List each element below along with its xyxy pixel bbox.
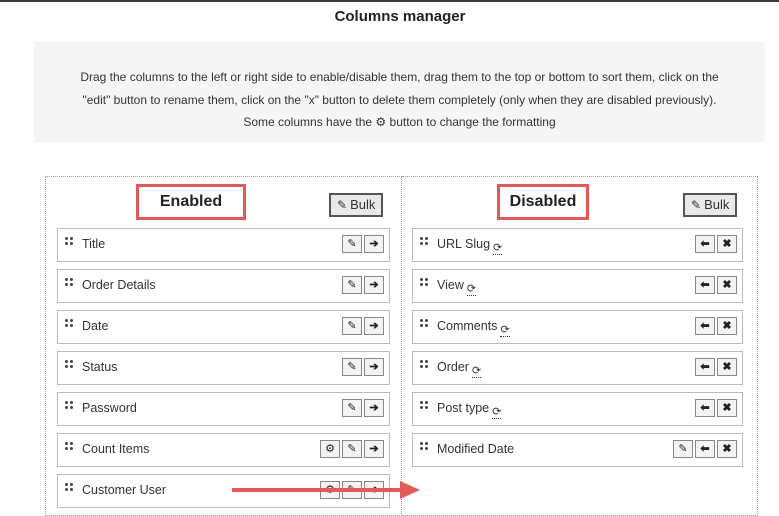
drag-handle-icon[interactable] <box>420 237 430 249</box>
drag-handle-icon[interactable] <box>65 278 75 290</box>
column-label-text: View <box>437 278 464 292</box>
column-label: Comments ⟳ <box>437 319 510 337</box>
sync-icon[interactable]: ⟳ <box>493 243 503 255</box>
enabled-column-count-items[interactable]: Count Items ⚙ ✎ ➔ <box>57 433 390 467</box>
sync-icon[interactable]: ⟳ <box>466 284 477 296</box>
enabled-bulk-label: Bulk <box>350 197 376 212</box>
help-line-3-suffix: button to change the formatting <box>389 115 556 129</box>
disabled-column-comments[interactable]: Comments ⟳ ⬅ ✖ <box>412 310 743 344</box>
drag-handle-icon[interactable] <box>65 483 75 495</box>
column-label: Modified Date <box>437 442 515 456</box>
column-label: Customer User <box>82 483 167 497</box>
column-label: Count Items <box>82 442 150 456</box>
arrow-left-icon[interactable]: ⬅ <box>695 440 715 458</box>
edit-icon[interactable]: ✎ <box>342 276 362 294</box>
column-label-text: Comments <box>437 319 498 333</box>
disabled-header: Disabled <box>497 184 589 220</box>
sync-icon[interactable]: ⟳ <box>492 407 502 419</box>
enabled-header: Enabled <box>136 184 246 220</box>
drag-handle-icon[interactable] <box>65 401 75 413</box>
column-label: URL Slug ⟳ <box>437 237 503 255</box>
top-border <box>0 0 779 2</box>
drag-direction-arrow <box>232 481 420 499</box>
drag-handle-icon[interactable] <box>420 319 430 331</box>
disabled-bulk-label: Bulk <box>704 197 730 212</box>
drag-handle-icon[interactable] <box>65 319 75 331</box>
column-label-text: Post type <box>437 401 490 415</box>
column-label: Date <box>82 319 109 333</box>
help-text: Drag the columns to the left or right si… <box>34 42 765 142</box>
close-icon[interactable]: ✖ <box>717 440 737 458</box>
sync-icon[interactable]: ⟳ <box>500 325 510 337</box>
disabled-column-modified-date[interactable]: Modified Date ✎ ⬅ ✖ <box>412 433 743 467</box>
drag-handle-icon[interactable] <box>420 401 430 413</box>
column-label: Title <box>82 237 106 251</box>
drag-handle-icon[interactable] <box>65 237 75 249</box>
arrow-right-icon[interactable]: ➔ <box>364 399 384 417</box>
column-label: Post type ⟳ <box>437 401 502 419</box>
disabled-column-view[interactable]: View ⟳ ⬅ ✖ <box>412 269 743 303</box>
arrow-right-icon[interactable]: ➔ <box>364 317 384 335</box>
arrow-right-icon[interactable]: ➔ <box>364 235 384 253</box>
edit-icon[interactable]: ✎ <box>342 440 362 458</box>
help-line-3: Some columns have the ⚙ button to change… <box>44 111 755 134</box>
column-label: Order ⟳ <box>437 360 482 378</box>
edit-icon: ✎ <box>337 198 348 212</box>
enabled-bulk-button[interactable]: ✎ Bulk <box>329 193 384 217</box>
close-icon[interactable]: ✖ <box>717 317 737 335</box>
arrow-left-icon[interactable]: ⬅ <box>695 358 715 376</box>
drag-handle-icon[interactable] <box>420 278 430 290</box>
disabled-column-post-type[interactable]: Post type ⟳ ⬅ ✖ <box>412 392 743 426</box>
enabled-column-order-details[interactable]: Order Details ✎ ➔ <box>57 269 390 303</box>
edit-icon[interactable]: ✎ <box>342 399 362 417</box>
help-line-2: "edit" button to rename them, click on t… <box>82 92 717 107</box>
arrow-left-icon[interactable]: ⬅ <box>695 317 715 335</box>
edit-icon[interactable]: ✎ <box>342 317 362 335</box>
disabled-bulk-button[interactable]: ✎ Bulk <box>683 193 738 217</box>
edit-icon[interactable]: ✎ <box>342 235 362 253</box>
column-label-text: Order <box>437 360 469 374</box>
help-line-1: Drag the columns to the left or right si… <box>80 70 719 84</box>
column-label: Order Details <box>82 278 156 292</box>
close-icon[interactable]: ✖ <box>717 358 737 376</box>
drag-handle-icon[interactable] <box>420 360 430 372</box>
arrow-right-icon[interactable]: ➔ <box>364 276 384 294</box>
arrow-left-icon[interactable]: ⬅ <box>695 235 715 253</box>
arrow-left-icon[interactable]: ⬅ <box>695 399 715 417</box>
disabled-column-order[interactable]: Order ⟳ ⬅ ✖ <box>412 351 743 385</box>
close-icon[interactable]: ✖ <box>717 399 737 417</box>
close-icon[interactable]: ✖ <box>717 235 737 253</box>
column-label: Password <box>82 401 137 415</box>
edit-icon[interactable]: ✎ <box>673 440 693 458</box>
enabled-column-password[interactable]: Password ✎ ➔ <box>57 392 390 426</box>
help-line-3-prefix: Some columns have the <box>243 115 373 129</box>
column-label: View ⟳ <box>437 278 477 296</box>
edit-icon: ✎ <box>691 198 702 212</box>
drag-handle-icon[interactable] <box>65 442 75 454</box>
enabled-column-status[interactable]: Status ✎ ➔ <box>57 351 390 385</box>
enabled-column-title[interactable]: Title ✎ ➔ <box>57 228 390 262</box>
gear-icon: ⚙ <box>375 115 387 129</box>
arrow-right-icon[interactable]: ➔ <box>364 440 384 458</box>
drag-handle-icon[interactable] <box>420 442 430 454</box>
column-label-text: URL Slug <box>437 237 491 251</box>
page-title: Columns manager <box>334 8 466 25</box>
enabled-column-date[interactable]: Date ✎ ➔ <box>57 310 390 344</box>
gear-icon[interactable]: ⚙ <box>320 440 340 458</box>
sync-icon[interactable]: ⟳ <box>471 366 482 378</box>
close-icon[interactable]: ✖ <box>717 276 737 294</box>
arrow-right-icon[interactable]: ➔ <box>364 358 384 376</box>
column-label: Status <box>82 360 118 374</box>
edit-icon[interactable]: ✎ <box>342 358 362 376</box>
disabled-column-url-slug[interactable]: URL Slug ⟳ ⬅ ✖ <box>412 228 743 262</box>
arrow-left-icon[interactable]: ⬅ <box>695 276 715 294</box>
drag-handle-icon[interactable] <box>65 360 75 372</box>
